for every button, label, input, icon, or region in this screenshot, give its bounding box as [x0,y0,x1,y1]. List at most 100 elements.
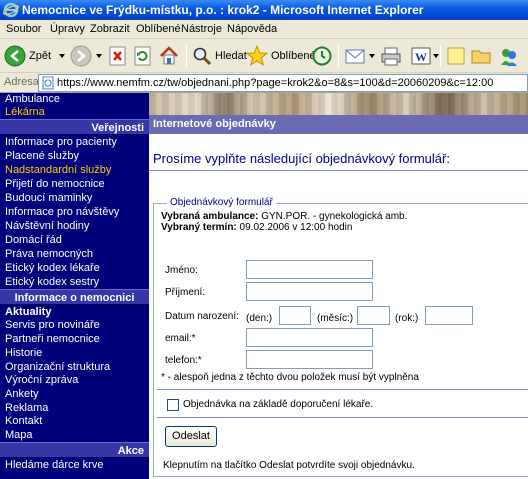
history-button[interactable] [311,44,333,68]
sidebar-item-mapa[interactable]: Mapa [5,429,33,441]
back-label: Zpět [29,50,52,62]
search-button[interactable]: Hledat [192,44,247,68]
form-legend: Objednávkový formulář [167,197,276,208]
header-photo [149,93,528,115]
discuss-button[interactable] [446,44,466,68]
address-label: Adresa [4,76,39,88]
referral-checkbox[interactable] [167,399,179,411]
email-label: email:* [165,333,196,344]
birth-date-label: Datum narození: [165,311,239,322]
selected-term-label: Vybraný termín: [161,222,237,233]
toolbar-separator [186,45,187,67]
sidebar-item-informace-pro-pacienty[interactable]: Informace pro pacienty [5,136,117,148]
referral-checkbox-label: Objednávka na základě doporučení lékaře. [183,399,374,410]
submit-button[interactable]: Odeslat [165,426,217,447]
research-button[interactable] [470,44,492,68]
sidebar-item-ambulance[interactable]: Ambulance [5,93,60,105]
divider [157,389,528,390]
required-note: * - alespoň jedna z těchto dvou položek … [161,372,419,383]
mail-icon [345,49,365,64]
title-bar: Nemocnice ve Frýdku-místku, p.o. : krok2… [0,0,528,20]
sidebar-item-organizacni-struktura[interactable]: Organizační struktura [5,361,110,373]
menu-favorites[interactable]: Oblíbené [136,20,181,39]
menu-view[interactable]: Zobrazit [90,20,130,39]
forward-button[interactable] [70,44,92,68]
sidebar-item-aktuality[interactable]: Aktuality [5,306,51,318]
selected-term-value: 09.02.2006 v 12:00 hodin [239,222,353,233]
first-name-label: Jméno: [165,265,198,276]
first-name-input[interactable] [246,260,373,279]
messenger-icon [501,49,517,66]
birth-month-input[interactable] [357,306,390,325]
selected-ambulance: Vybraná ambulance: GYN.POR. - gynekologi… [161,211,407,222]
sidebar-item-navstevni-hodiny[interactable]: Návštěvní hodiny [5,220,89,232]
phone-input[interactable] [246,350,373,369]
sidebar-item-eticky-kodex-lekare[interactable]: Etický kodex lékaře [5,262,100,274]
stop-button[interactable] [108,44,128,68]
sidebar-item-prava-nemocnych[interactable]: Práva nemocných [5,248,93,260]
selected-ambulance-value: GYN.POR. - gynekologická amb. [261,211,408,222]
sidebar-item-budouci-maminky[interactable]: Budoucí maminky [5,192,92,204]
day-label: (den:) [246,313,273,324]
refresh-button[interactable] [133,44,153,68]
favorites-button[interactable]: Oblíbené [246,44,316,68]
sidebar-item-informace-pro-navstevy[interactable]: Informace pro návštěvy [5,206,119,218]
sidebar-item-prijeti-do-nemocnice[interactable]: Přijetí do nemocnice [5,178,105,190]
search-icon [193,47,212,66]
menu-bar: Soubor Úpravy Zobrazit Oblíbené Nástroje… [0,20,528,39]
forward-arrow-icon [70,45,92,67]
stop-icon [109,46,126,66]
sidebar-item-kontakt[interactable]: Kontakt [5,415,42,427]
toolbar: Zpět Hledat Oblíbené W [0,39,528,73]
word-icon: W [411,47,431,65]
chevron-down-icon [96,54,102,58]
sidebar-item-lekarna[interactable]: Lékárna [5,106,45,118]
page-content: Ambulance Lékárna Veřejnosti Informace p… [0,93,528,479]
messenger-button[interactable] [498,44,520,68]
divider [149,170,528,171]
svg-text:W: W [415,50,427,64]
sidebar-item-servis-pro-novinare[interactable]: Servis pro novináře [5,319,100,331]
divider [157,417,528,418]
sidebar-item-historie[interactable]: Historie [5,347,42,359]
mail-button[interactable] [344,44,376,68]
sidebar-item-domaci-rad[interactable]: Domácí řád [5,234,62,246]
sidebar-header-akce: Akce [0,442,149,458]
menu-file[interactable]: Soubor [6,20,41,39]
print-icon [381,47,401,66]
forward-dropdown-button[interactable] [95,44,103,68]
print-button[interactable] [380,44,402,68]
back-button[interactable]: Zpět [4,44,51,68]
home-button[interactable] [158,44,180,68]
menu-tools[interactable]: Nástroje [181,20,222,39]
last-name-input[interactable] [246,282,373,301]
browser-window: Nemocnice ve Frýdku-místku, p.o. : krok2… [0,0,528,479]
edit-word-button[interactable]: W [410,44,440,68]
history-icon [312,46,332,66]
main-area: Internetové objednávky Prosíme vyplňte n… [149,93,528,479]
back-dropdown-button[interactable] [58,44,66,68]
month-label: (měsíc:) [317,313,354,324]
sidebar-item-partneri-nemocnice[interactable]: Partneři nemocnice [5,333,100,345]
selected-ambulance-label: Vybraná ambulance: [161,211,259,222]
toolbar-separator [338,45,339,67]
sidebar-item-eticky-kodex-sestry[interactable]: Etický kodex sestry [5,276,99,288]
refresh-icon [134,46,151,66]
sidebar-item-vyrocni-zprava[interactable]: Výroční zpráva [5,374,78,386]
sidebar-item-nadstandardni-sluzby[interactable]: Nadstandardní služby [5,164,111,176]
sidebar-item-placene-sluzby[interactable]: Placené služby [5,150,79,162]
sidebar-item-hledame-darce-krve[interactable]: Hledáme dárce krve [5,459,103,471]
address-input[interactable]: https://www.nemfm.cz/tw/objednani.php?pa… [38,74,528,92]
email-input[interactable] [246,328,373,347]
note-icon [447,47,465,65]
birth-year-input[interactable] [425,306,473,325]
sidebar-item-reklama[interactable]: Reklama [5,402,48,414]
selected-term: Vybraný termín: 09.02.2006 v 12:00 hodin [161,222,352,233]
star-icon [246,45,268,67]
sidebar-item-ankety[interactable]: Ankety [5,388,39,400]
form-heading: Prosíme vyplňte následující objednávkový… [153,151,450,166]
sidebar-header-verejnosti: Veřejnosti [0,119,149,135]
menu-edit[interactable]: Úpravy [50,20,85,39]
menu-help[interactable]: Nápověda [227,20,277,39]
birth-day-input[interactable] [279,306,311,325]
